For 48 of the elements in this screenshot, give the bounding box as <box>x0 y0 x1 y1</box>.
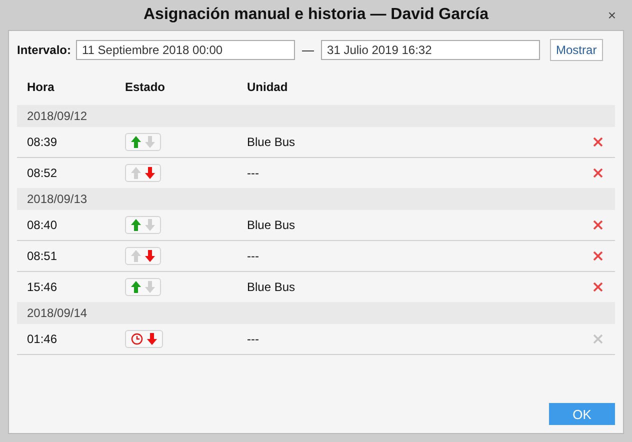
delete-button[interactable] <box>593 168 603 178</box>
close-icon <box>593 334 603 344</box>
up-arrow-icon <box>131 219 141 231</box>
time-cell-text: 01:46 <box>26 332 58 346</box>
window-title: Asignación manual e historia — David García <box>144 6 488 24</box>
close-icon <box>593 282 603 292</box>
range-separator: — <box>302 43 314 57</box>
show-button[interactable]: Mostrar <box>550 39 603 61</box>
close-icon <box>593 251 603 261</box>
unit-cell-text: --- <box>247 249 260 263</box>
up-arrow-icon <box>131 136 141 148</box>
time-cell-text: 15:46 <box>26 280 58 294</box>
close-icon <box>593 168 603 178</box>
column-header: Unidad <box>247 80 289 94</box>
unit-cell-text: --- <box>247 332 260 346</box>
time-cell-text: 08:39 <box>26 135 58 149</box>
up-arrow-icon <box>131 167 141 179</box>
close-icon <box>593 137 603 147</box>
down-arrow-icon <box>145 219 155 231</box>
time-cell-text: 08:51 <box>26 249 58 263</box>
column-header: Hora <box>26 80 56 94</box>
delete-button[interactable] <box>593 251 603 261</box>
down-arrow-icon <box>145 250 155 262</box>
clock-icon <box>131 333 143 345</box>
unit-cell-text: --- <box>247 166 260 180</box>
group-date: 2018/09/13 <box>27 192 88 206</box>
delete-button[interactable] <box>593 220 603 230</box>
down-arrow-icon <box>147 333 157 345</box>
close-icon <box>593 220 603 230</box>
up-arrow-icon <box>131 250 141 262</box>
time-cell-text: 08:40 <box>26 218 58 232</box>
close-button[interactable]: × <box>604 7 620 23</box>
unit-cell-text: Blue Bus <box>247 280 296 294</box>
unit-cell-text: Blue Bus <box>247 218 296 232</box>
end-date-field[interactable]: 31 Julio 2019 16:32 <box>321 40 540 60</box>
down-arrow-icon <box>145 281 155 293</box>
down-arrow-icon <box>145 167 155 179</box>
delete-button[interactable] <box>593 137 603 147</box>
start-date-field[interactable]: 11 Septiembre 2018 00:00 <box>76 40 296 60</box>
interval-label: Intervalo: <box>17 43 72 57</box>
down-arrow-icon <box>145 136 155 148</box>
column-header: Estado <box>125 80 166 94</box>
delete-button[interactable] <box>593 282 603 292</box>
unit-cell-text: Blue Bus <box>247 135 296 149</box>
group-date: 2018/09/12 <box>27 109 88 123</box>
up-arrow-icon <box>131 281 141 293</box>
time-cell-text: 08:52 <box>26 166 58 180</box>
group-date: 2018/09/14 <box>27 306 88 320</box>
